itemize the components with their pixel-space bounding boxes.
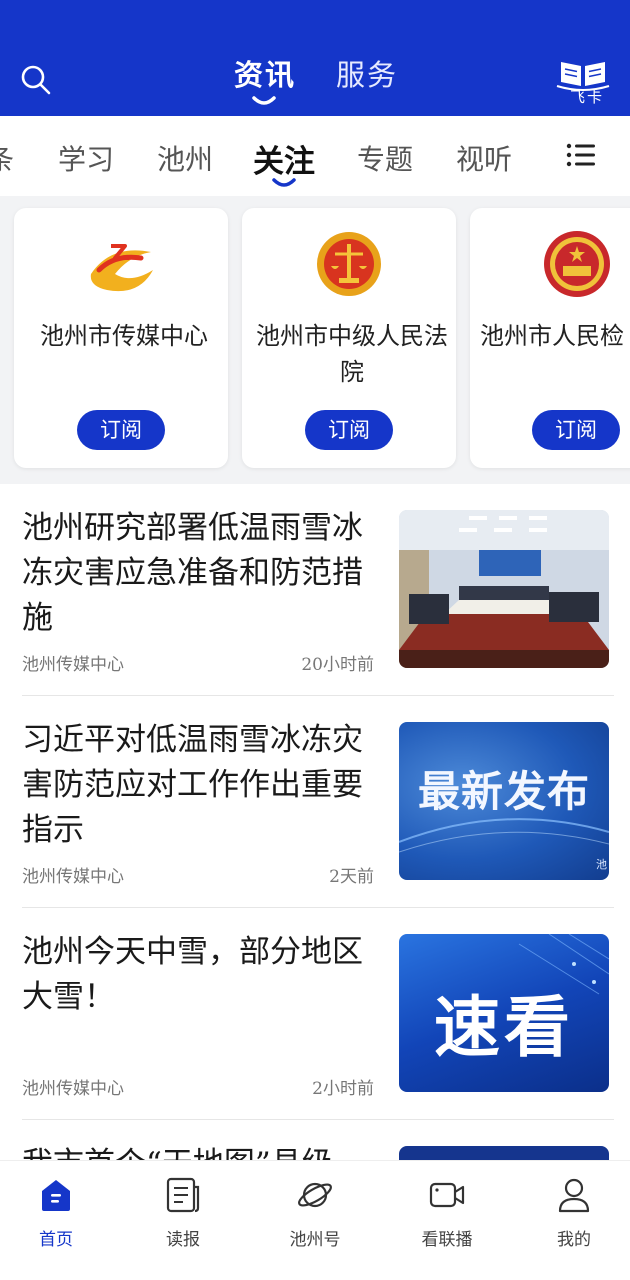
subscribe-button[interactable]: 订阅: [77, 410, 165, 450]
active-tab-indicator: [252, 96, 276, 105]
court-emblem-icon: [317, 232, 381, 296]
planet-icon: [298, 1182, 332, 1208]
subscribe-button[interactable]: 订阅: [305, 410, 393, 450]
nav-label: 读报: [166, 1230, 200, 1250]
tab-news[interactable]: 资讯: [234, 52, 296, 94]
subscription-name: 池州市传媒中心: [40, 322, 208, 350]
news-title[interactable]: 我市首个“天地图”县级: [22, 1142, 378, 1160]
channel-tab-chizhou[interactable]: 池州: [157, 138, 213, 178]
nav-newspaper[interactable]: 读报: [133, 1175, 233, 1255]
news-source: 池州传媒中心: [22, 655, 124, 675]
search-icon[interactable]: [18, 62, 54, 98]
video-icon: [429, 1182, 465, 1208]
media-center-logo-icon: [90, 244, 153, 292]
subscription-carousel[interactable]: 池州市传媒中心 订阅 池州市中级人民法院 订阅 池州市人民检 订阅: [0, 196, 630, 484]
newspaper-icon: [166, 1177, 200, 1213]
news-time: 20小时前: [301, 655, 374, 675]
channel-tab-media[interactable]: 视听: [456, 138, 512, 178]
channel-menu-icon[interactable]: [566, 142, 596, 168]
meeting-photo-thumbnail[interactable]: [399, 510, 609, 668]
news-title[interactable]: 习近平对低温雨雪冰冻灾害防范应对工作作出重要指示: [22, 718, 378, 853]
news-title[interactable]: 池州今天中雪，部分地区大雪！: [22, 930, 378, 1020]
subscribe-button[interactable]: 订阅: [532, 410, 620, 450]
news-source: 池州传媒中心: [22, 1079, 124, 1099]
nav-chizhou-account[interactable]: 池州号: [265, 1175, 365, 1255]
tab-services[interactable]: 服务: [336, 52, 398, 94]
news-time: 2小时前: [312, 1079, 374, 1099]
feika-label: 飞卡: [570, 88, 605, 106]
user-icon: [558, 1178, 590, 1213]
blue-banner-thumbnail[interactable]: [399, 1146, 609, 1160]
nav-label: 首页: [39, 1230, 73, 1250]
nav-label: 池州号: [289, 1230, 341, 1250]
news-item[interactable]: 我市首个“天地图”县级: [0, 1120, 630, 1160]
app-header: 资讯 服务 飞卡: [0, 0, 630, 116]
quick-look-thumbnail[interactable]: 速看: [399, 934, 609, 1092]
bottom-nav: 首页 读报 池州号 看联播 我的: [0, 1160, 630, 1280]
channel-tab-topics[interactable]: 专题: [357, 138, 413, 178]
nav-label: 看联播: [421, 1230, 473, 1250]
subscription-name: 池州市人民检: [480, 322, 624, 350]
channel-tab-partial[interactable]: 条: [0, 138, 14, 178]
news-title[interactable]: 池州研究部署低温雨雪冰冻灾害应急准备和防范措施: [22, 506, 378, 641]
news-item[interactable]: 习近平对低温雨雪冰冻灾害防范应对工作作出重要指示 池州传媒中心 2天前 最新发布…: [0, 696, 630, 908]
home-icon: [42, 1180, 70, 1211]
thumb-caption: 速看: [434, 989, 574, 1066]
news-item[interactable]: 池州今天中雪，部分地区大雪！ 池州传媒中心 2小时前 速看: [0, 908, 630, 1120]
channel-tab-follow[interactable]: 关注: [253, 136, 315, 181]
subscription-card[interactable]: 池州市人民检 订阅: [470, 208, 630, 468]
thumb-caption: 最新发布: [417, 767, 590, 816]
nav-label: 我的: [557, 1230, 591, 1250]
news-source: 池州传媒中心: [22, 867, 124, 887]
procuratorate-emblem-icon: [544, 231, 610, 297]
subscription-card[interactable]: 池州市传媒中心 订阅: [14, 208, 228, 468]
nav-home[interactable]: 首页: [6, 1175, 106, 1255]
channel-active-indicator: [272, 178, 296, 187]
news-item[interactable]: 池州研究部署低温雨雪冰冻灾害应急准备和防范措施 池州传媒中心 20小时前: [0, 484, 630, 696]
channel-tab-study[interactable]: 学习: [58, 138, 114, 178]
nav-watch-broadcast[interactable]: 看联播: [397, 1175, 497, 1255]
latest-release-thumbnail[interactable]: 最新发布 池: [399, 722, 609, 880]
news-time: 2天前: [329, 867, 374, 887]
nav-profile[interactable]: 我的: [524, 1175, 624, 1255]
subscription-name: 池州市中级人民法院: [256, 322, 448, 386]
channel-tabs: 条 学习 池州 关注 专题 视听: [0, 116, 630, 196]
thumb-watermark: 池: [596, 858, 607, 871]
subscription-card[interactable]: 池州市中级人民法院 订阅: [242, 208, 456, 468]
